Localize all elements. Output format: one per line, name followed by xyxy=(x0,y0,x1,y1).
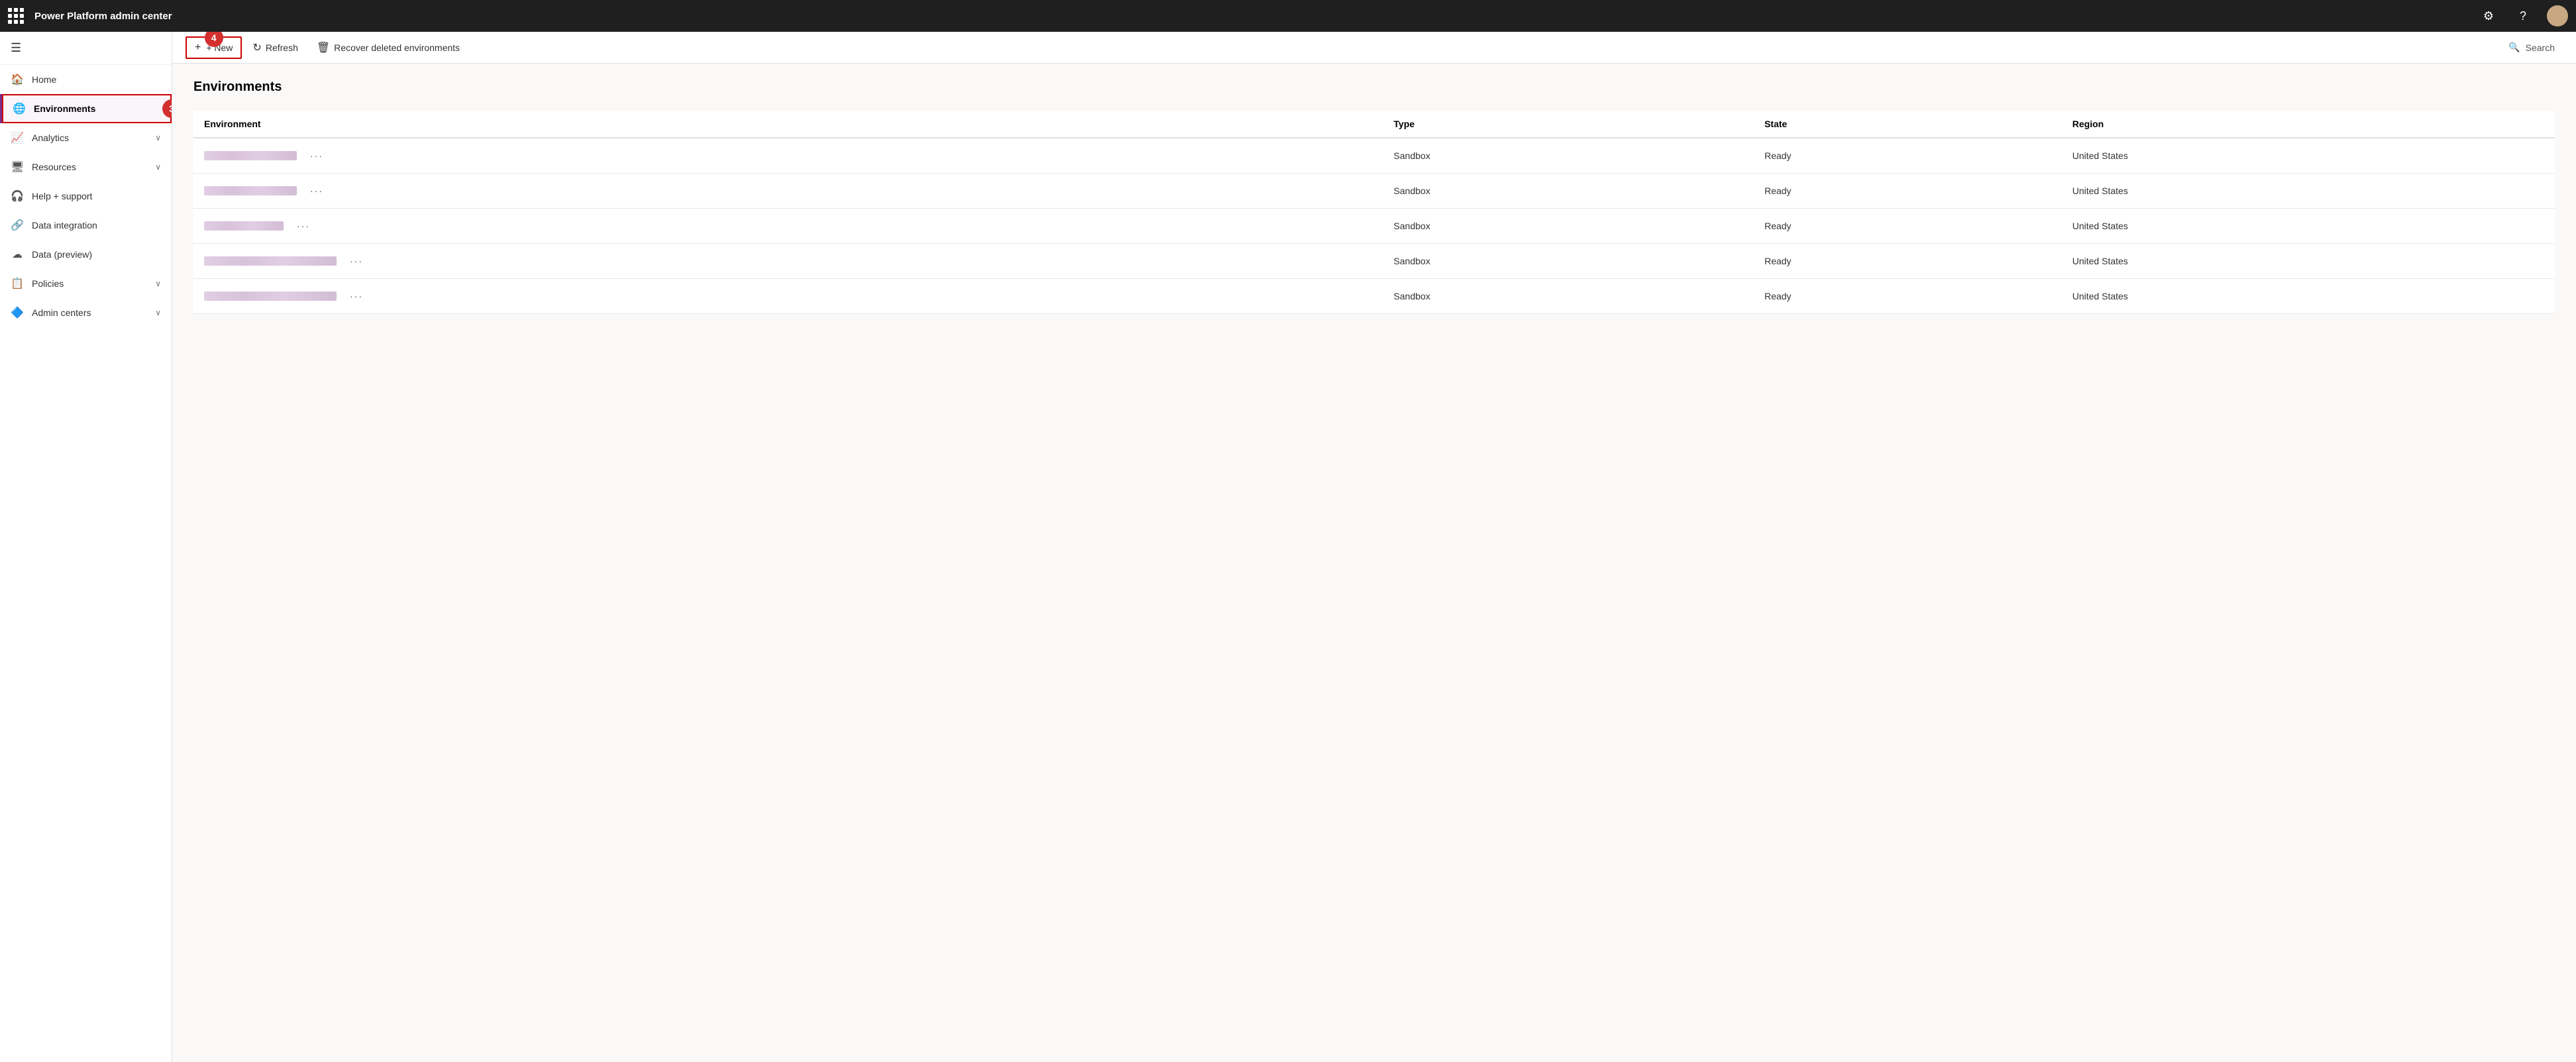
env-name-blurred xyxy=(204,151,297,160)
sidebar-item-home[interactable]: 🏠 Home xyxy=(0,65,172,94)
sidebar-item-help-support[interactable]: 🎧 Help + support xyxy=(0,182,172,211)
env-region: United States xyxy=(2062,209,2555,244)
env-state: Ready xyxy=(1754,209,2062,244)
data-preview-icon: ☁ xyxy=(11,248,24,261)
env-name-blurred xyxy=(204,186,297,195)
refresh-button-label: Refresh xyxy=(266,42,298,53)
page-title: Environments xyxy=(193,80,2555,95)
env-state: Ready xyxy=(1754,174,2062,209)
sidebar-item-analytics[interactable]: 📈 Analytics ∨ xyxy=(0,123,172,152)
sidebar-item-environments[interactable]: 🌐 Environments 3 xyxy=(0,94,172,123)
sidebar-item-policies[interactable]: 📋 Policies ∨ xyxy=(0,269,172,298)
table-row[interactable]: ··· Sandbox Ready United States xyxy=(193,279,2555,314)
environments-table: Environment Type State Region ··· xyxy=(193,111,2555,314)
search-label: Search xyxy=(2526,42,2555,53)
env-more-options-button[interactable]: ··· xyxy=(292,218,315,234)
env-more-options-button[interactable]: ··· xyxy=(345,288,368,304)
recover-icon: 🗑 xyxy=(317,41,330,54)
sidebar: ☰ 🏠 Home 🌐 Environments 3 📈 Analytics ∨ … xyxy=(0,32,172,1062)
env-more-options-button[interactable]: ··· xyxy=(345,253,368,269)
env-more-options-button[interactable]: ··· xyxy=(305,148,329,164)
sidebar-item-admin-centers[interactable]: 🔷 Admin centers ∨ xyxy=(0,298,172,327)
resources-chevron-icon: ∨ xyxy=(155,162,161,172)
sidebar-item-data-integration-label: Data integration xyxy=(32,220,161,231)
env-name-blurred xyxy=(204,292,337,301)
env-type: Sandbox xyxy=(1383,279,1754,314)
hamburger-menu[interactable]: ☰ xyxy=(0,32,172,65)
topbar: Power Platform admin center ⚙ ? xyxy=(0,0,2576,32)
policies-chevron-icon: ∨ xyxy=(155,279,161,288)
sidebar-item-resources[interactable]: 🖥 Resources ∨ xyxy=(0,152,172,182)
avatar[interactable] xyxy=(2547,5,2568,27)
annotation-3: 3 xyxy=(162,99,172,118)
policies-icon: 📋 xyxy=(11,277,24,290)
env-type: Sandbox xyxy=(1383,174,1754,209)
home-icon: 🏠 xyxy=(11,73,24,86)
admin-centers-chevron-icon: ∨ xyxy=(155,308,161,317)
settings-icon[interactable]: ⚙ xyxy=(2478,5,2499,27)
content-area: 4 + + New ↻ Refresh 🗑 Recover deleted en… xyxy=(172,32,2576,1062)
refresh-button[interactable]: ↻ Refresh xyxy=(244,37,305,58)
data-integration-icon: 🔗 xyxy=(11,219,24,232)
env-name-cell: ··· xyxy=(193,279,1383,314)
sidebar-item-home-label: Home xyxy=(32,74,161,85)
sidebar-item-analytics-label: Analytics xyxy=(32,133,155,143)
col-header-state[interactable]: State xyxy=(1754,111,2062,138)
new-button[interactable]: 4 + + New xyxy=(186,36,242,59)
new-plus-icon: + xyxy=(195,42,201,54)
env-state: Ready xyxy=(1754,244,2062,279)
env-state: Ready xyxy=(1754,138,2062,174)
environments-icon: 🌐 xyxy=(13,102,26,115)
env-type: Sandbox xyxy=(1383,244,1754,279)
recover-button-label: Recover deleted environments xyxy=(334,42,460,53)
toolbar: 4 + + New ↻ Refresh 🗑 Recover deleted en… xyxy=(172,32,2576,64)
admin-centers-icon: 🔷 xyxy=(11,306,24,319)
help-support-icon: 🎧 xyxy=(11,189,24,203)
env-type: Sandbox xyxy=(1383,209,1754,244)
app-launcher-icon[interactable] xyxy=(8,8,24,24)
env-more-options-button[interactable]: ··· xyxy=(305,183,329,199)
env-type: Sandbox xyxy=(1383,138,1754,174)
table-row[interactable]: ··· Sandbox Ready United States xyxy=(193,174,2555,209)
topbar-actions: ⚙ ? xyxy=(2478,5,2568,27)
col-header-environment[interactable]: Environment xyxy=(193,111,1383,138)
sidebar-item-environments-label: Environments xyxy=(34,103,161,114)
env-region: United States xyxy=(2062,174,2555,209)
sidebar-item-data-integration[interactable]: 🔗 Data integration xyxy=(0,211,172,240)
env-region: United States xyxy=(2062,138,2555,174)
analytics-icon: 📈 xyxy=(11,131,24,144)
env-name-cell: ··· xyxy=(193,174,1383,209)
table-row[interactable]: ··· Sandbox Ready United States xyxy=(193,138,2555,174)
sidebar-item-data-preview[interactable]: ☁ Data (preview) xyxy=(0,240,172,269)
main-layout: ☰ 🏠 Home 🌐 Environments 3 📈 Analytics ∨ … xyxy=(0,32,2576,1062)
sidebar-item-admin-centers-label: Admin centers xyxy=(32,307,155,318)
env-region: United States xyxy=(2062,244,2555,279)
env-name-cell: ··· xyxy=(193,244,1383,279)
search-box[interactable]: 🔍 Search xyxy=(2500,38,2563,57)
help-icon[interactable]: ? xyxy=(2512,5,2534,27)
table-header-row: Environment Type State Region xyxy=(193,111,2555,138)
env-region: United States xyxy=(2062,279,2555,314)
refresh-icon: ↻ xyxy=(252,41,261,54)
analytics-chevron-icon: ∨ xyxy=(155,133,161,142)
env-name-cell: ··· xyxy=(193,138,1383,174)
sidebar-item-data-preview-label: Data (preview) xyxy=(32,249,161,260)
env-name-cell: ··· xyxy=(193,209,1383,244)
env-name-blurred xyxy=(204,221,284,231)
app-title: Power Platform admin center xyxy=(34,11,2478,22)
col-header-type[interactable]: Type xyxy=(1383,111,1754,138)
sidebar-item-resources-label: Resources xyxy=(32,162,155,172)
table-row[interactable]: ··· Sandbox Ready United States xyxy=(193,244,2555,279)
env-name-blurred xyxy=(204,256,337,266)
env-state: Ready xyxy=(1754,279,2062,314)
table-row[interactable]: ··· Sandbox Ready United States xyxy=(193,209,2555,244)
resources-icon: 🖥 xyxy=(11,160,24,174)
col-header-region[interactable]: Region xyxy=(2062,111,2555,138)
page-content: Environments Environment Type State Regi… xyxy=(172,64,2576,1062)
sidebar-item-help-support-label: Help + support xyxy=(32,191,161,201)
recover-button[interactable]: 🗑 Recover deleted environments xyxy=(309,37,468,58)
sidebar-item-policies-label: Policies xyxy=(32,278,155,289)
search-icon: 🔍 xyxy=(2508,42,2520,53)
